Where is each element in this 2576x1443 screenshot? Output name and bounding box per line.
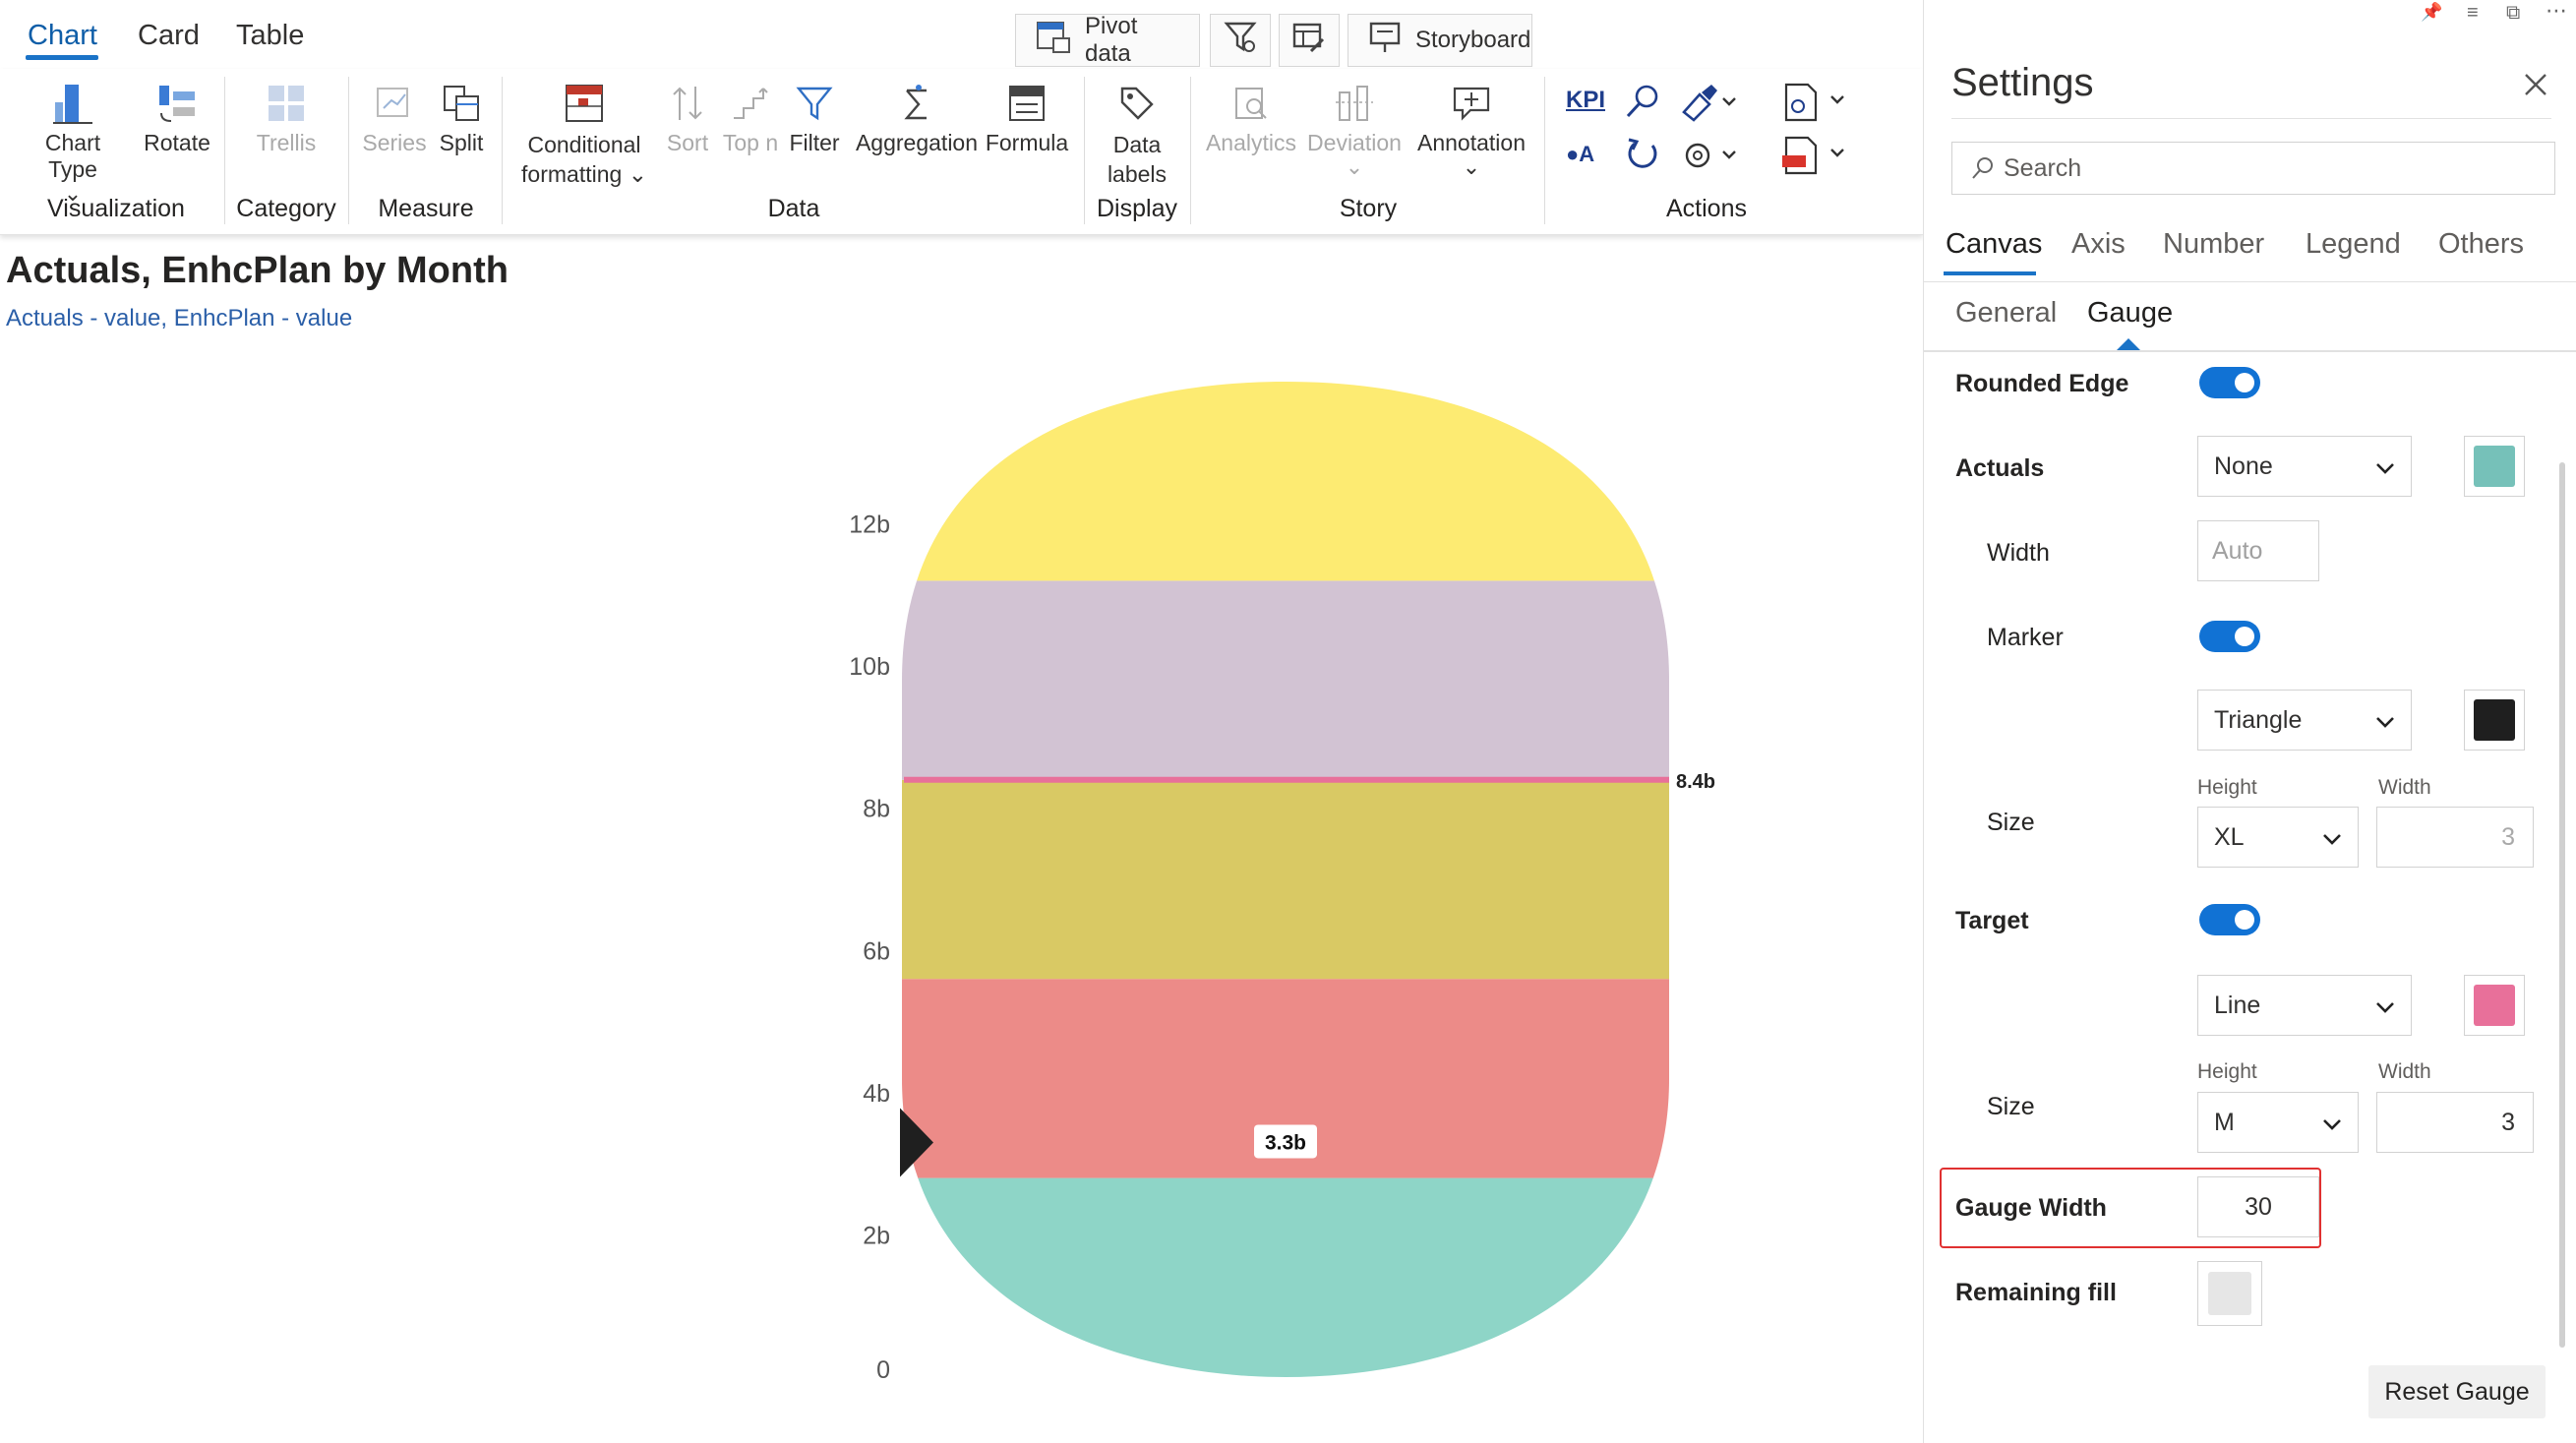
- y-tick-label: 12b: [849, 511, 890, 539]
- close-icon[interactable]: [2522, 71, 2549, 103]
- gauge-width-label: Gauge Width: [1955, 1194, 2107, 1222]
- height-label: Height: [2197, 776, 2257, 799]
- gauge-width-input[interactable]: 30: [2197, 1176, 2319, 1237]
- target-label: Target: [1955, 907, 2029, 934]
- actuals-width-input[interactable]: Auto: [2197, 520, 2319, 581]
- actuals-label: Actuals: [1955, 454, 2045, 482]
- width-label: Width: [2378, 1060, 2431, 1083]
- marker-color-swatch[interactable]: [2464, 690, 2525, 751]
- search-input[interactable]: Search: [1951, 142, 2555, 195]
- y-axis: 0 2b 4b 6b 8b 10b 12b: [849, 511, 890, 1384]
- marker-toggle[interactable]: [2199, 621, 2260, 652]
- target-width-input[interactable]: 3: [2376, 1092, 2534, 1153]
- target-color-fill: [2474, 985, 2515, 1026]
- marker-width-input[interactable]: 3: [2376, 807, 2534, 868]
- gauge-bands: [902, 382, 1669, 1377]
- divider: [1951, 118, 2551, 119]
- size-label: Size: [1987, 809, 2035, 836]
- search-icon: [1972, 157, 1993, 179]
- rounded-edge-label: Rounded Edge: [1955, 370, 2129, 397]
- gauge-band: [902, 779, 1669, 980]
- marker-color-fill: [2474, 699, 2515, 741]
- settings-title: Settings: [1951, 61, 2094, 104]
- y-tick-label: 6b: [863, 937, 890, 965]
- y-tick-label: 0: [876, 1356, 890, 1384]
- search-placeholder: Search: [2004, 153, 2082, 182]
- pin-icon[interactable]: 📌: [2421, 2, 2442, 23]
- y-tick-label: 4b: [863, 1080, 890, 1108]
- actuals-color-fill: [2474, 446, 2515, 487]
- y-tick-label: 8b: [863, 796, 890, 823]
- marker-height-dropdown[interactable]: XL: [2197, 807, 2359, 868]
- gauge-chart: 0 2b 4b 6b 8b 10b 12b 8.4b 3.3b: [849, 382, 1715, 1384]
- settings-panel: 📌 ≡ ⧉ ⋯ Settings Search Canvas Axis Numb…: [1923, 0, 2576, 1443]
- tab-canvas[interactable]: Canvas: [1946, 228, 2042, 261]
- marker-label: Marker: [1987, 624, 2064, 651]
- width-label: Width: [2378, 776, 2431, 799]
- tab-number[interactable]: Number: [2163, 228, 2264, 261]
- gauge-band: [902, 580, 1669, 780]
- actuals-color-swatch[interactable]: [2464, 436, 2525, 497]
- tab-others[interactable]: Others: [2438, 228, 2524, 261]
- reset-gauge-button[interactable]: Reset Gauge: [2368, 1365, 2546, 1418]
- actual-value-label: 3.3b: [1265, 1131, 1306, 1154]
- width-label: Width: [1987, 539, 2050, 567]
- gauge-band: [902, 1177, 1669, 1377]
- active-subtab-indicator: [2117, 338, 2140, 350]
- chevron-down-icon: [2375, 452, 2395, 481]
- target-height-dropdown[interactable]: M: [2197, 1092, 2359, 1153]
- popout-icon[interactable]: ⧉: [2506, 2, 2520, 25]
- target-color-swatch[interactable]: [2464, 975, 2525, 1036]
- tab-axis[interactable]: Axis: [2071, 228, 2126, 261]
- subtab-general[interactable]: General: [1955, 297, 2057, 330]
- size-label: Size: [1987, 1093, 2035, 1120]
- tab-legend[interactable]: Legend: [2306, 228, 2401, 261]
- filter-icon[interactable]: ≡: [2467, 2, 2479, 25]
- more-icon[interactable]: ⋯: [2546, 0, 2567, 24]
- marker-shape-dropdown[interactable]: Triangle: [2197, 690, 2412, 751]
- divider: [1924, 281, 2576, 282]
- remaining-fill-color: [2208, 1272, 2251, 1315]
- remaining-fill-label: Remaining fill: [1955, 1279, 2117, 1306]
- y-tick-label: 10b: [849, 653, 890, 681]
- divider: [1924, 350, 2576, 352]
- active-tab-underline: [1944, 271, 2036, 275]
- target-toggle[interactable]: [2199, 904, 2260, 935]
- rounded-edge-toggle[interactable]: [2199, 367, 2260, 398]
- chevron-down-icon: [2322, 823, 2342, 852]
- scrollbar-thumb[interactable]: [2559, 462, 2565, 1348]
- chevron-down-icon: [2375, 992, 2395, 1020]
- y-tick-label: 2b: [863, 1222, 890, 1249]
- subtab-gauge[interactable]: Gauge: [2087, 297, 2173, 330]
- gauge-band: [902, 382, 1669, 581]
- actuals-shape-dropdown[interactable]: None: [2197, 436, 2412, 497]
- app-main: Chart Card Table Pivot data Storyboard C…: [0, 0, 1923, 1443]
- target-value-label: 8.4b: [1676, 771, 1715, 793]
- height-label: Height: [2197, 1060, 2257, 1083]
- chevron-down-icon: [2375, 706, 2395, 735]
- chevron-down-icon: [2322, 1109, 2342, 1137]
- target-shape-dropdown[interactable]: Line: [2197, 975, 2412, 1036]
- remaining-fill-swatch[interactable]: [2197, 1261, 2262, 1326]
